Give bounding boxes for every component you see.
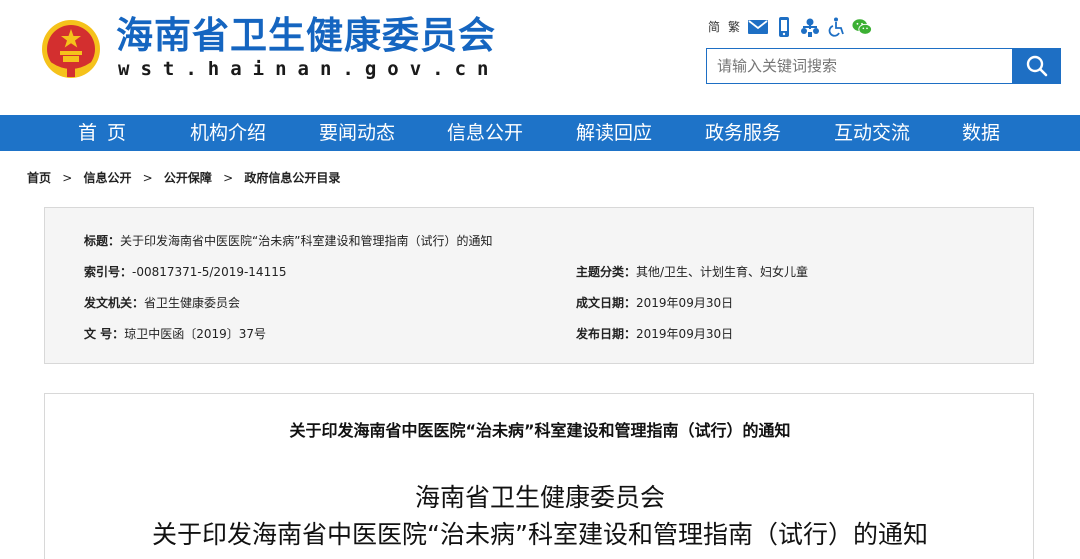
header-tools: 简 繁 (708, 16, 873, 38)
site-domain: wst.hainan.gov.cn (118, 58, 500, 80)
document-metadata: 标题：关于印发海南省中医医院“治未病”科室建设和管理指南（试行）的通知 索引号：… (44, 207, 1034, 364)
meta-docno-value: 琼卫中医函〔2019〕37号 (124, 327, 266, 341)
breadcrumb-separator: > (62, 171, 73, 185)
meta-created-date: 成文日期：2019年09月30日 (576, 294, 733, 312)
meta-published-label: 发布日期： (576, 327, 637, 341)
meta-topic: 主题分类：其他/卫生、计划生育、妇女儿童 (576, 263, 808, 281)
nav-item-home[interactable]: 首 页 (78, 115, 128, 151)
breadcrumb-disclosure[interactable]: 信息公开 (83, 171, 131, 185)
meta-document-number: 文 号：琼卫中医函〔2019〕37号 (84, 325, 266, 343)
breadcrumb-separator: > (223, 171, 234, 185)
breadcrumb-catalog[interactable]: 政府信息公开目录 (244, 171, 340, 185)
nav-item-about[interactable]: 机构介绍 (190, 115, 266, 151)
nav-item-disclosure[interactable]: 信息公开 (447, 115, 523, 151)
accessibility-icon[interactable] (826, 17, 846, 37)
meta-topic-label: 主题分类： (576, 265, 637, 279)
meta-title-label: 标题： (84, 234, 121, 248)
meta-published-value: 2019年09月30日 (636, 327, 734, 341)
site-title: 海南省卫生健康委员会 (116, 14, 496, 57)
mail-icon[interactable] (748, 17, 769, 37)
breadcrumb-home[interactable]: 首页 (27, 171, 51, 185)
main-nav: 首 页 机构介绍 要闻动态 信息公开 解读回应 政务服务 互动交流 数据 (0, 115, 1080, 151)
breadcrumb-guarantee[interactable]: 公开保障 (164, 171, 212, 185)
mobile-icon[interactable] (774, 17, 794, 37)
breadcrumb: 首页 > 信息公开 > 公开保障 > 政府信息公开目录 (27, 168, 340, 188)
traditional-chinese-link[interactable]: 繁 (728, 16, 740, 38)
meta-index: 索引号：-00817371-5/2019-14115 (84, 263, 286, 281)
breadcrumb-separator: > (142, 171, 153, 185)
meta-title-value: 关于印发海南省中医医院“治未病”科室建设和管理指南（试行）的通知 (120, 234, 493, 248)
nav-item-data[interactable]: 数据 (962, 115, 1000, 151)
nav-item-interaction[interactable]: 互动交流 (834, 115, 910, 151)
meta-created-value: 2019年09月30日 (636, 296, 734, 310)
document-title: 关于印发海南省中医医院“治未病”科室建设和管理指南（试行）的通知 (289, 421, 791, 440)
meta-published-date: 发布日期：2019年09月30日 (576, 325, 733, 343)
nav-item-services[interactable]: 政务服务 (705, 115, 781, 151)
site-header: 海南省卫生健康委员会 wst.hainan.gov.cn 简 繁 (0, 0, 1080, 115)
simplified-chinese-link[interactable]: 简 (708, 16, 720, 38)
meta-index-label: 索引号： (84, 265, 133, 279)
meta-topic-value: 其他/卫生、计划生育、妇女儿童 (636, 265, 809, 279)
meta-index-value: -00817371-5/2019-14115 (132, 265, 287, 279)
meta-issuer-label: 发文机关： (84, 296, 145, 310)
meta-created-label: 成文日期： (576, 296, 637, 310)
document-subject-heading: 关于印发海南省中医医院“治未病”科室建设和管理指南（试行）的通知 (152, 520, 928, 549)
national-emblem-icon (42, 20, 100, 78)
network-icon[interactable] (800, 17, 820, 37)
nav-item-interpretation[interactable]: 解读回应 (576, 115, 652, 151)
search-icon (1026, 55, 1048, 77)
meta-issuer-value: 省卫生健康委员会 (144, 296, 241, 310)
document-org-heading: 海南省卫生健康委员会 (414, 483, 665, 512)
search-input[interactable] (706, 48, 1013, 84)
meta-title: 标题：关于印发海南省中医医院“治未病”科室建设和管理指南（试行）的通知 (84, 232, 492, 250)
meta-docno-label: 文 号： (84, 327, 125, 341)
nav-item-news[interactable]: 要闻动态 (319, 115, 395, 151)
document-content: 关于印发海南省中医医院“治未病”科室建设和管理指南（试行）的通知 海南省卫生健康… (44, 393, 1034, 559)
wechat-icon[interactable] (852, 17, 873, 37)
meta-issuer: 发文机关：省卫生健康委员会 (84, 294, 240, 312)
search-button[interactable] (1013, 48, 1061, 84)
